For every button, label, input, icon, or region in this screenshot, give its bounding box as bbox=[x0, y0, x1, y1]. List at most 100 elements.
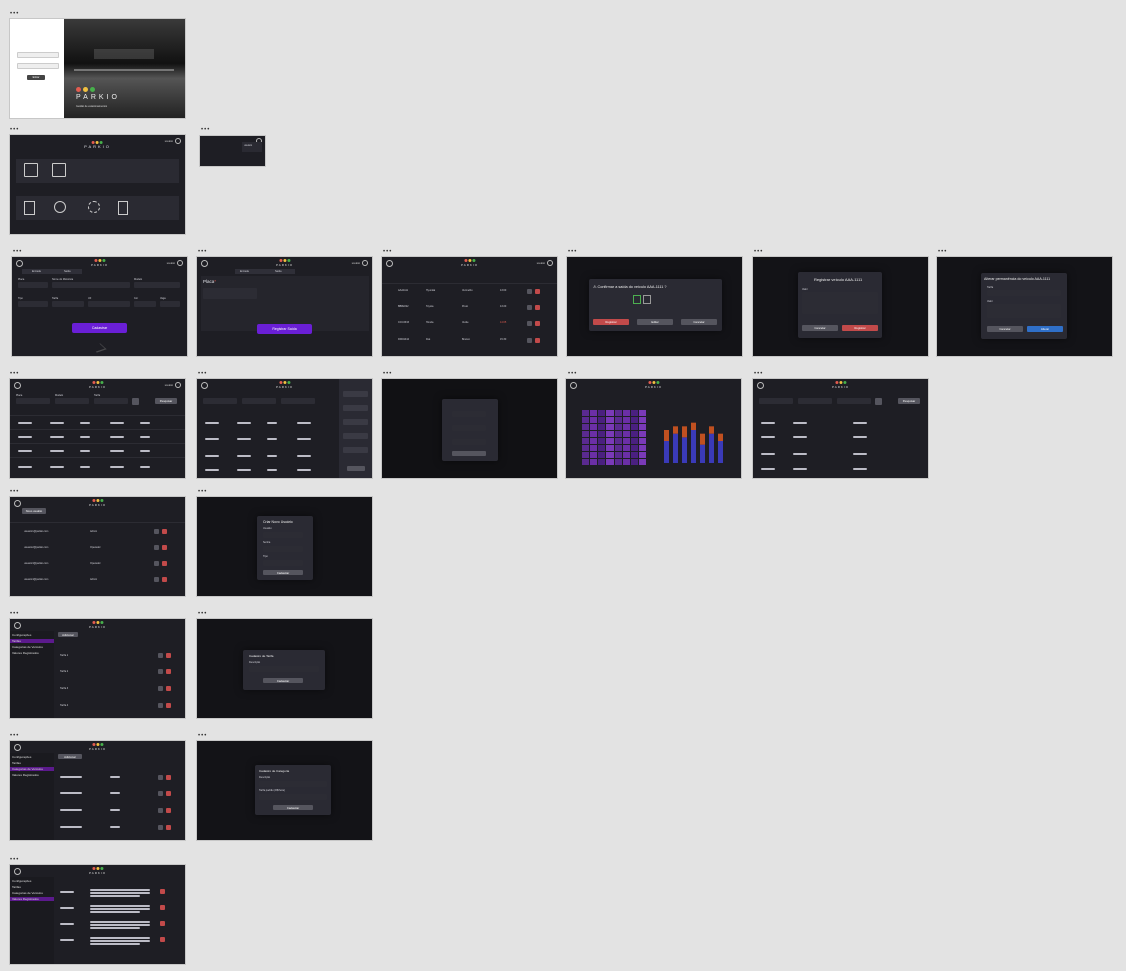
edit-icon[interactable] bbox=[154, 577, 159, 582]
delete-icon[interactable] bbox=[166, 686, 171, 691]
users-icon[interactable] bbox=[54, 201, 66, 213]
sidebar-item-tarifas[interactable]: Tarifas bbox=[10, 639, 54, 643]
cadastrar-button[interactable]: Cadastrar bbox=[263, 570, 303, 575]
user-menu[interactable]: usuário bbox=[165, 138, 181, 144]
thumbs-up-icon[interactable] bbox=[633, 295, 641, 304]
edit-icon[interactable] bbox=[527, 321, 532, 326]
tarifa-filter[interactable] bbox=[837, 398, 871, 404]
menu-icon[interactable] bbox=[14, 868, 21, 875]
sidebar-item-categorias[interactable]: Categorias de Veículos bbox=[10, 767, 54, 771]
edit-icon[interactable] bbox=[527, 338, 532, 343]
edit-icon[interactable] bbox=[158, 808, 163, 813]
descricao-input[interactable] bbox=[249, 666, 319, 672]
modal-submit-button[interactable] bbox=[452, 451, 486, 456]
edit-icon[interactable] bbox=[158, 703, 163, 708]
cancelar-button[interactable]: Cancelar bbox=[987, 326, 1023, 332]
frame-menu[interactable]: ••• bbox=[10, 733, 19, 739]
logout-icon[interactable] bbox=[118, 201, 128, 215]
menu-icon[interactable] bbox=[14, 500, 21, 507]
modelo-filter[interactable] bbox=[798, 398, 832, 404]
frame-menu[interactable]: ••• bbox=[198, 489, 207, 495]
edit-icon[interactable] bbox=[158, 686, 163, 691]
tab-saida[interactable]: Saída bbox=[64, 270, 71, 273]
delete-icon[interactable] bbox=[166, 825, 171, 830]
modal-select[interactable] bbox=[452, 439, 486, 445]
drawer-filter-input[interactable] bbox=[343, 433, 368, 439]
delete-icon[interactable] bbox=[160, 889, 165, 894]
drawer-filter-input[interactable] bbox=[343, 419, 368, 425]
modal-input[interactable] bbox=[452, 411, 486, 417]
frame-menu[interactable]: ••• bbox=[568, 371, 577, 377]
delete-icon[interactable] bbox=[535, 338, 540, 343]
menu-icon[interactable] bbox=[201, 382, 208, 389]
menu-icon[interactable] bbox=[14, 744, 21, 751]
placa-input[interactable] bbox=[203, 288, 257, 299]
drawer-filter-input[interactable] bbox=[343, 405, 368, 411]
add-user-button[interactable]: Novo usuário bbox=[22, 508, 46, 514]
delete-icon[interactable] bbox=[162, 529, 167, 534]
senha-input[interactable] bbox=[263, 546, 303, 552]
frame-menu[interactable]: ••• bbox=[754, 371, 763, 377]
descricao-input[interactable] bbox=[259, 781, 327, 787]
sidebar-item-valores[interactable]: Valores Registrados bbox=[10, 897, 54, 901]
cadastrar-button[interactable]: Cadastrar bbox=[273, 805, 313, 810]
frame-menu[interactable]: ••• bbox=[10, 371, 19, 377]
menu-icon[interactable] bbox=[757, 382, 764, 389]
delete-icon[interactable] bbox=[160, 937, 165, 942]
exit-icon[interactable] bbox=[52, 163, 66, 177]
usuario-input[interactable] bbox=[263, 532, 303, 538]
report-icon[interactable] bbox=[24, 201, 35, 215]
alterar-button[interactable]: Alterar bbox=[1027, 326, 1063, 332]
tab-entrada[interactable]: Entrada bbox=[240, 270, 249, 273]
drawer-filter-input[interactable] bbox=[343, 447, 368, 453]
edit-icon[interactable] bbox=[527, 289, 532, 294]
sidebar-item-tarifas[interactable]: Tarifas bbox=[12, 761, 21, 765]
edit-icon[interactable] bbox=[158, 791, 163, 796]
sidebar-item-valores[interactable]: Valores Registrados bbox=[12, 773, 39, 777]
delete-icon[interactable] bbox=[162, 545, 167, 550]
modal-input[interactable] bbox=[452, 425, 486, 431]
placa-filter[interactable] bbox=[203, 398, 237, 404]
delete-icon[interactable] bbox=[535, 289, 540, 294]
frame-menu[interactable]: ••• bbox=[383, 249, 392, 255]
delete-icon[interactable] bbox=[160, 905, 165, 910]
menu-icon[interactable] bbox=[14, 382, 21, 389]
pesquisar-button[interactable]: Pesquisar bbox=[155, 398, 177, 404]
edit-icon[interactable] bbox=[158, 825, 163, 830]
user-dropdown[interactable]: usuário bbox=[242, 142, 262, 152]
menu-icon[interactable] bbox=[16, 260, 23, 267]
menu-icon[interactable] bbox=[570, 382, 577, 389]
frame-menu[interactable]: ••• bbox=[10, 11, 19, 17]
delete-icon[interactable] bbox=[166, 791, 171, 796]
login-button[interactable]: Entrar bbox=[27, 75, 45, 80]
add-button[interactable]: Adicionar bbox=[58, 754, 82, 759]
registrar-button[interactable]: Registrar bbox=[842, 325, 878, 331]
modelo-filter[interactable] bbox=[242, 398, 276, 404]
placa-input[interactable] bbox=[18, 282, 48, 288]
placa-filter[interactable] bbox=[759, 398, 793, 404]
frame-menu[interactable]: ••• bbox=[10, 611, 19, 617]
sidebar-item-tarifas[interactable]: Tarifas bbox=[12, 885, 21, 889]
cadastrar-button[interactable]: Cadastrar bbox=[263, 678, 303, 683]
frame-menu[interactable]: ••• bbox=[198, 733, 207, 739]
edit-icon[interactable] bbox=[154, 529, 159, 534]
chevron-down-icon[interactable] bbox=[90, 343, 107, 353]
menu-icon[interactable] bbox=[14, 622, 21, 629]
menu-icon[interactable] bbox=[201, 260, 208, 267]
tipo-select[interactable] bbox=[263, 560, 303, 566]
sidebar-item-categorias[interactable]: Categorias de Veículos bbox=[12, 645, 43, 649]
valor-input[interactable] bbox=[987, 304, 1061, 318]
delete-icon[interactable] bbox=[166, 775, 171, 780]
frame-menu[interactable]: ••• bbox=[198, 249, 207, 255]
frame-menu[interactable]: ••• bbox=[754, 249, 763, 255]
frame-menu[interactable]: ••• bbox=[383, 371, 392, 377]
frame-menu[interactable]: ••• bbox=[10, 857, 19, 863]
frame-menu[interactable]: ••• bbox=[198, 611, 207, 617]
delete-icon[interactable] bbox=[166, 703, 171, 708]
gear-icon[interactable] bbox=[88, 201, 100, 213]
tarifa-select[interactable] bbox=[987, 290, 1061, 296]
modelo-select[interactable] bbox=[134, 282, 180, 288]
frame-menu[interactable]: ••• bbox=[13, 249, 22, 255]
pesquisar-button[interactable]: Pesquisar bbox=[898, 398, 920, 404]
valor-input[interactable] bbox=[802, 292, 878, 314]
